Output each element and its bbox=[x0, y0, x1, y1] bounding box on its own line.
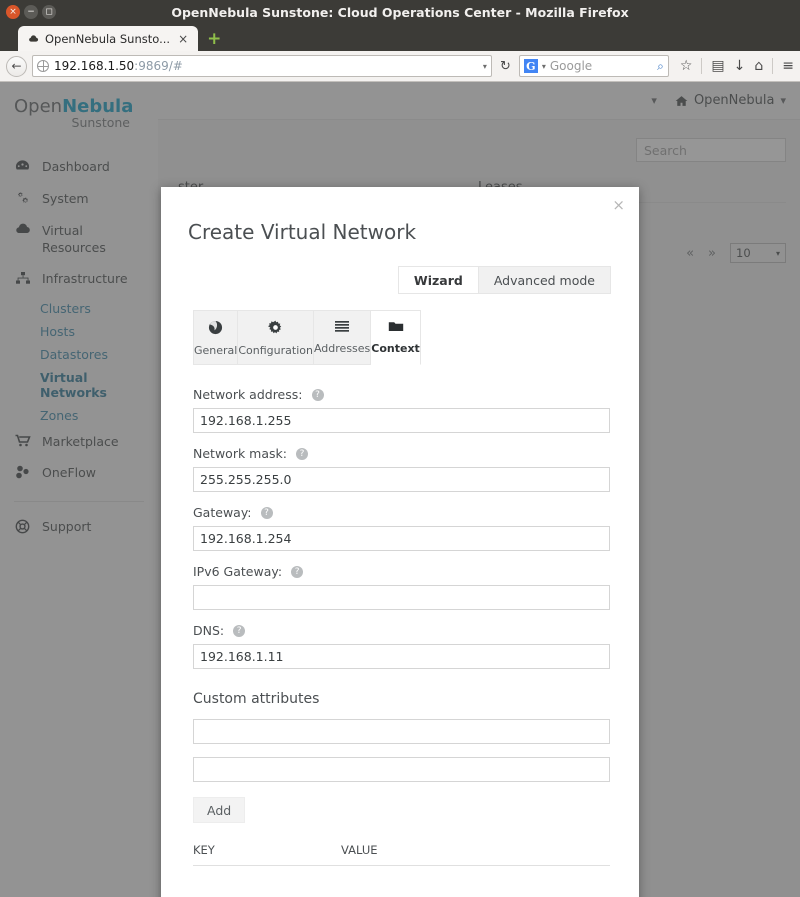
mode-switch: Wizard Advanced mode bbox=[161, 244, 639, 294]
label-text: DNS: bbox=[193, 623, 225, 639]
browser-tab-close-icon[interactable]: × bbox=[176, 33, 190, 45]
help-icon[interactable]: ? bbox=[295, 447, 308, 460]
url-text: 192.168.1.50:9869/# bbox=[54, 59, 183, 73]
browser-tab-label: OpenNebula Sunsto... bbox=[45, 31, 171, 46]
downloads-icon[interactable]: ↓ bbox=[734, 59, 746, 73]
custom-attribute-key-input[interactable] bbox=[193, 719, 610, 745]
custom-attributes-table-header: KEY VALUE bbox=[193, 843, 610, 867]
help-icon[interactable]: ? bbox=[233, 624, 246, 637]
menu-icon[interactable]: ≡ bbox=[782, 59, 794, 73]
field-dns: DNS: ? bbox=[193, 623, 610, 670]
browser-search-input[interactable]: Google bbox=[550, 59, 653, 73]
tab-label: Context bbox=[371, 342, 420, 356]
home-icon[interactable]: ⌂ bbox=[754, 59, 763, 73]
column-header-value: VALUE bbox=[341, 843, 378, 858]
tab-label: Configuration bbox=[238, 344, 313, 358]
dialog-title: Create Virtual Network bbox=[188, 220, 417, 244]
add-attribute-button[interactable]: Add bbox=[193, 797, 246, 824]
context-form: Network address: ? Network mask: ? Gatew… bbox=[161, 365, 639, 867]
wizard-tabs: General Configuration Addresses Context bbox=[193, 310, 421, 366]
globe-icon bbox=[194, 320, 237, 339]
field-network-mask: Network mask: ? bbox=[193, 446, 610, 493]
label-text: Network mask: bbox=[193, 446, 287, 462]
tab-general[interactable]: General bbox=[193, 310, 239, 366]
label-text: IPv6 Gateway: bbox=[193, 564, 283, 580]
browser-navbar: ← 192.168.1.50:9869/# ▾ ↻ G ▾ Google ⌕ ☆… bbox=[0, 51, 800, 82]
field-network-address: Network address: ? bbox=[193, 387, 610, 434]
url-bar[interactable]: 192.168.1.50:9869/# ▾ bbox=[32, 55, 492, 77]
google-icon[interactable]: G bbox=[523, 59, 538, 73]
column-header-key: KEY bbox=[193, 843, 215, 858]
cloud-icon bbox=[29, 35, 39, 42]
reader-icon[interactable]: ▤ bbox=[711, 59, 724, 73]
url-history-caret-icon[interactable]: ▾ bbox=[483, 62, 487, 71]
new-tab-button[interactable]: + bbox=[207, 31, 221, 48]
folder-icon bbox=[371, 320, 420, 337]
network-mask-input[interactable] bbox=[193, 467, 610, 493]
field-label: DNS: ? bbox=[193, 623, 610, 638]
dialog-footer: Reset Create bbox=[161, 866, 639, 897]
window-maximize-button[interactable]: ◻ bbox=[42, 5, 56, 19]
star-icon[interactable]: ☆ bbox=[680, 59, 693, 73]
browser-search-bar[interactable]: G ▾ Google ⌕ bbox=[518, 55, 669, 77]
create-virtual-network-dialog: × Create Virtual Network Wizard Advanced… bbox=[161, 187, 639, 897]
tab-configuration[interactable]: Configuration bbox=[238, 310, 314, 366]
page-viewport: OpenNebula Sunstone Dashboard System V bbox=[0, 82, 800, 897]
list-icon bbox=[314, 320, 370, 337]
divider bbox=[701, 58, 703, 74]
help-icon[interactable]: ? bbox=[291, 565, 304, 578]
search-icon[interactable]: ⌕ bbox=[657, 59, 664, 74]
label-text: Gateway: bbox=[193, 505, 252, 521]
back-arrow-icon: ← bbox=[11, 59, 22, 73]
ipv6-gateway-input[interactable] bbox=[193, 585, 610, 611]
tab-label: Addresses bbox=[313, 342, 371, 356]
field-label: Gateway: ? bbox=[193, 505, 610, 520]
window-close-button[interactable]: × bbox=[6, 5, 20, 19]
network-address-input[interactable] bbox=[193, 408, 610, 434]
help-icon[interactable]: ? bbox=[260, 506, 273, 519]
dns-input[interactable] bbox=[193, 644, 610, 670]
window-minimize-button[interactable]: − bbox=[24, 5, 38, 19]
browser-nav-icons: ☆ ▤ ↓ ⌂ ≡ bbox=[674, 58, 794, 74]
label-text: Network address: bbox=[193, 387, 303, 403]
divider bbox=[772, 58, 774, 74]
wizard-mode-button[interactable]: Wizard bbox=[397, 266, 478, 294]
field-label: IPv6 Gateway: ? bbox=[193, 564, 610, 579]
gear-icon bbox=[238, 320, 313, 339]
field-label: Network address: ? bbox=[193, 387, 610, 402]
globe-icon bbox=[37, 60, 49, 72]
tab-context[interactable]: Context bbox=[371, 310, 421, 366]
help-icon[interactable]: ? bbox=[311, 388, 324, 401]
window-title: OpenNebula Sunstone: Cloud Operations Ce… bbox=[171, 4, 629, 20]
custom-attribute-value-input[interactable] bbox=[193, 757, 610, 783]
gateway-input[interactable] bbox=[193, 526, 610, 552]
window-controls: × − ◻ bbox=[0, 5, 56, 19]
browser-tab[interactable]: OpenNebula Sunsto... × bbox=[18, 26, 199, 51]
tab-addresses[interactable]: Addresses bbox=[313, 310, 372, 366]
reload-icon[interactable]: ↻ bbox=[497, 59, 514, 74]
window-titlebar: × − ◻ OpenNebula Sunstone: Cloud Operati… bbox=[0, 0, 800, 24]
search-engine-caret-icon[interactable]: ▾ bbox=[542, 62, 546, 71]
field-ipv6-gateway: IPv6 Gateway: ? bbox=[193, 564, 610, 611]
close-icon[interactable]: × bbox=[612, 198, 625, 213]
tab-label: General bbox=[194, 344, 238, 358]
field-gateway: Gateway: ? bbox=[193, 505, 610, 552]
custom-attributes-heading: Custom attributes bbox=[193, 691, 320, 708]
browser-tabstrip: OpenNebula Sunsto... × + bbox=[0, 24, 800, 51]
field-label: Network mask: ? bbox=[193, 446, 610, 461]
back-button[interactable]: ← bbox=[6, 55, 27, 77]
advanced-mode-button[interactable]: Advanced mode bbox=[477, 266, 611, 294]
